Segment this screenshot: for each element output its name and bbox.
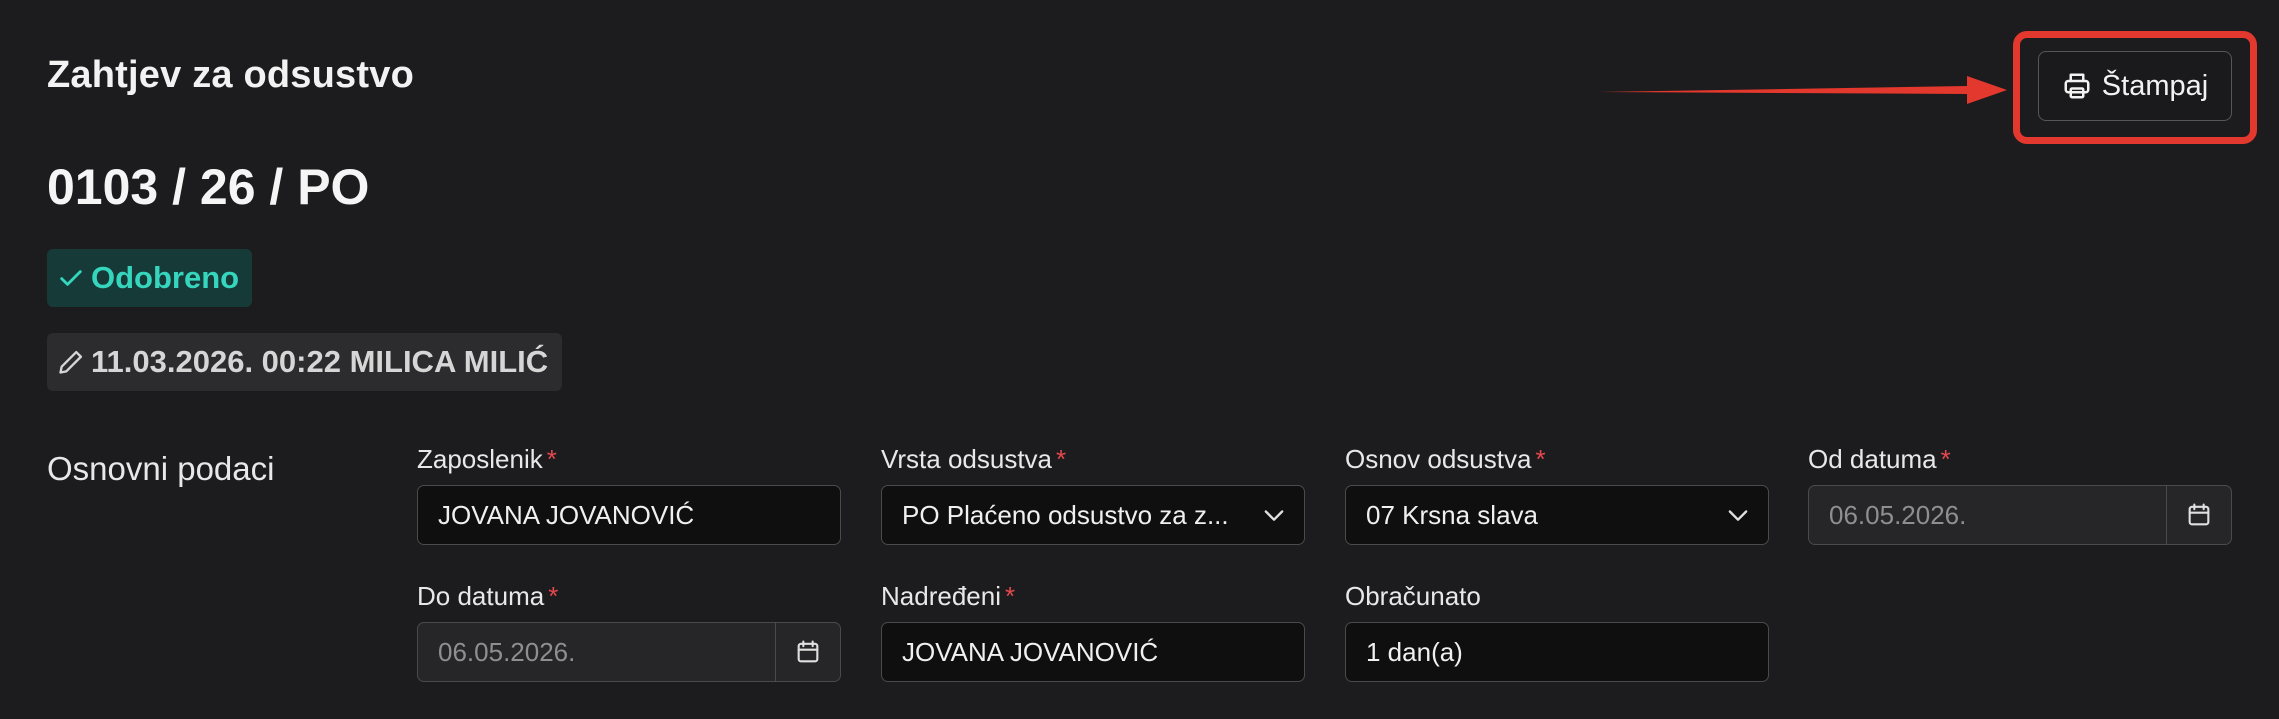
supervisor-value: JOVANA JOVANOVIĆ	[902, 636, 1159, 667]
employee-label-text: Zaposlenik	[417, 444, 543, 474]
date-to-value: 06.05.2026.	[438, 636, 576, 667]
annotation-arrow	[1599, 76, 2007, 104]
leave-reason-label-text: Osnov odsustva	[1345, 444, 1532, 474]
supervisor-input[interactable]: JOVANA JOVANOVIĆ	[881, 622, 1305, 682]
check-icon	[57, 264, 85, 292]
date-to-label-text: Do datuma	[417, 581, 545, 611]
supervisor-field: Nadređeni * JOVANA JOVANOVIĆ	[881, 580, 1305, 682]
date-to-input[interactable]: 06.05.2026.	[417, 622, 841, 682]
leave-reason-label: Osnov odsustva *	[1345, 443, 1769, 475]
calendar-icon[interactable]	[775, 623, 840, 681]
employee-input[interactable]: JOVANA JOVANOVIĆ	[417, 485, 841, 545]
date-to-label: Do datuma *	[417, 580, 841, 612]
employee-field: Zaposlenik * JOVANA JOVANOVIĆ	[417, 443, 841, 545]
calculated-value: 1 dan(a)	[1366, 636, 1463, 667]
leave-type-value: PO Plaćeno odsustvo za z...	[902, 499, 1229, 530]
calculated-label-text: Obračunato	[1345, 581, 1481, 611]
pencil-icon	[57, 348, 85, 376]
required-marker: *	[1004, 581, 1016, 611]
leave-type-label-text: Vrsta odsustva	[881, 444, 1053, 474]
printer-icon	[2062, 71, 2092, 101]
print-button[interactable]: Štampaj	[2038, 51, 2232, 121]
section-title: Osnovni podaci	[47, 450, 275, 487]
modified-info-text: 11.03.2026. 00:22 MILICA MILIĆ	[91, 344, 549, 379]
chevron-down-icon[interactable]	[1708, 486, 1768, 544]
leave-type-select[interactable]: PO Plaćeno odsustvo za z...	[881, 485, 1305, 545]
date-from-input[interactable]: 06.05.2026.	[1808, 485, 2232, 545]
chevron-down-icon[interactable]	[1244, 486, 1304, 544]
employee-value: JOVANA JOVANOVIĆ	[438, 499, 695, 530]
required-marker: *	[1535, 444, 1546, 474]
print-button-label: Štampaj	[2101, 69, 2209, 102]
supervisor-label-text: Nadređeni	[881, 581, 1001, 611]
page-title: Zahtjev za odsustvo	[47, 54, 414, 96]
leave-reason-field: Osnov odsustva * 07 Krsna slava	[1345, 443, 1769, 545]
leave-reason-value: 07 Krsna slava	[1366, 499, 1538, 530]
leave-reason-select[interactable]: 07 Krsna slava	[1345, 485, 1769, 545]
request-number: 0103 / 26 / PO	[47, 159, 370, 215]
calculated-input[interactable]: 1 dan(a)	[1345, 622, 1769, 682]
employee-label: Zaposlenik *	[417, 443, 841, 475]
modified-info-badge: 11.03.2026. 00:22 MILICA MILIĆ	[47, 333, 563, 391]
status-badge: Odobreno	[47, 249, 253, 307]
leave-type-field: Vrsta odsustva * PO Plaćeno odsustvo za z…	[881, 443, 1305, 545]
date-from-value: 06.05.2026.	[1829, 499, 1967, 530]
calendar-icon[interactable]	[2166, 486, 2231, 544]
date-from-field: Od datuma * 06.05.2026.	[1808, 443, 2232, 545]
date-to-field: Do datuma * 06.05.2026.	[417, 580, 841, 682]
required-marker: *	[548, 581, 559, 611]
date-from-label-text: Od datuma	[1808, 444, 1937, 474]
calculated-label: Obračunato	[1345, 580, 1769, 612]
calculated-field: Obračunato 1 dan(a)	[1345, 580, 1769, 682]
required-marker: *	[1056, 444, 1067, 474]
status-label: Odobreno	[91, 260, 240, 295]
date-from-label: Od datuma *	[1808, 443, 2232, 475]
supervisor-label: Nadređeni *	[881, 580, 1305, 612]
required-marker: *	[546, 444, 557, 474]
leave-type-label: Vrsta odsustva *	[881, 443, 1305, 475]
required-marker: *	[1940, 444, 1951, 474]
